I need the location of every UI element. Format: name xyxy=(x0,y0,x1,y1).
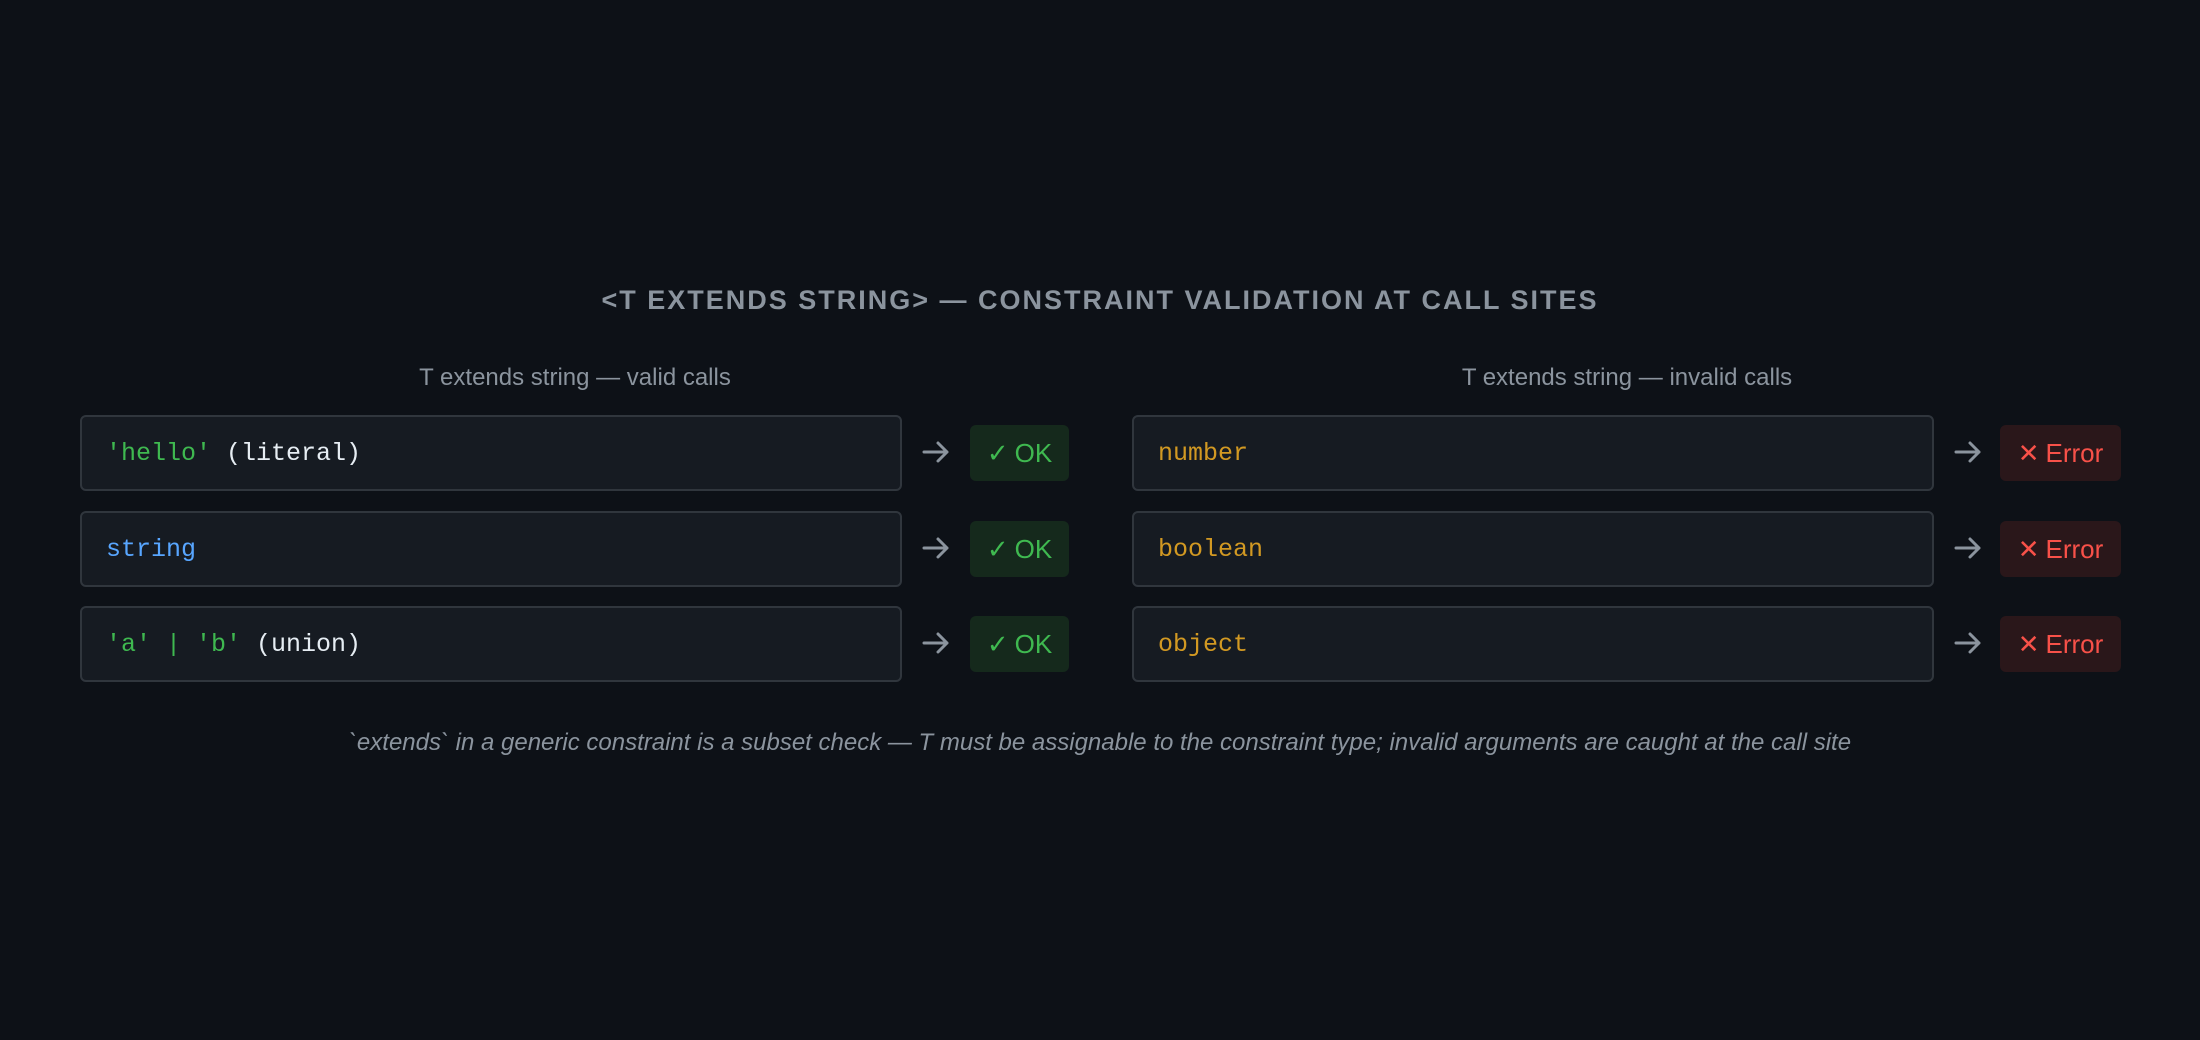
invalid-call-row: number ✕ Error xyxy=(1132,415,2122,491)
code-box: string xyxy=(80,511,902,587)
arrow-right-icon xyxy=(1954,441,1981,463)
code-box: 'a' | 'b' (union) xyxy=(80,606,902,682)
valid-call-row: 'a' | 'b' (union) ✓ OK xyxy=(80,606,1070,682)
code-box: object xyxy=(1132,606,1934,682)
ok-badge: ✓ OK xyxy=(970,425,1069,481)
error-badge: ✕ Error xyxy=(2000,521,2121,577)
cross-icon: ✕ xyxy=(2017,533,2040,564)
arrow-right-icon xyxy=(1954,632,1981,654)
ok-badge: ✓ OK xyxy=(970,521,1069,577)
badge-label: Error xyxy=(2045,533,2104,564)
code-box: boolean xyxy=(1132,511,1934,587)
code-token: 'a' | 'b' xyxy=(106,629,242,659)
valid-call-row: 'hello' (literal) ✓ OK xyxy=(80,415,1070,491)
arrow-right-icon xyxy=(1954,537,1981,559)
invalid-call-row: boolean ✕ Error xyxy=(1132,511,2122,587)
arrow-right-icon xyxy=(922,537,949,559)
code-token: boolean xyxy=(1158,534,1264,564)
code-token: (union) xyxy=(241,629,362,659)
badge-label: OK xyxy=(1014,437,1053,468)
arrow-right-icon xyxy=(922,441,949,463)
footnote: `extends` in a generic constraint is a s… xyxy=(348,729,1852,756)
code-token: number xyxy=(1158,438,1249,468)
badge-label: OK xyxy=(1014,533,1053,564)
diagram-title: <T EXTENDS STRING> — CONSTRAINT VALIDATI… xyxy=(601,285,1599,315)
code-token: (literal) xyxy=(211,438,362,468)
badge-label: Error xyxy=(2045,437,2104,468)
code-box: number xyxy=(1132,415,1934,491)
cross-icon: ✕ xyxy=(2017,437,2040,468)
error-badge: ✕ Error xyxy=(2000,425,2121,481)
cross-icon: ✕ xyxy=(2017,628,2040,659)
valid-column-heading: T extends string — valid calls xyxy=(419,364,731,391)
error-badge: ✕ Error xyxy=(2000,616,2121,672)
code-token: 'hello' xyxy=(106,438,212,468)
arrow-right-icon xyxy=(922,632,949,654)
check-icon: ✓ xyxy=(986,628,1009,659)
valid-call-row: string ✓ OK xyxy=(80,511,1070,587)
check-icon: ✓ xyxy=(986,437,1009,468)
invalid-column-heading: T extends string — invalid calls xyxy=(1461,364,1793,391)
badge-label: OK xyxy=(1014,628,1053,659)
invalid-call-row: object ✕ Error xyxy=(1132,606,2122,682)
badge-label: Error xyxy=(2045,628,2104,659)
code-token: string xyxy=(106,534,197,564)
check-icon: ✓ xyxy=(986,533,1009,564)
code-token: object xyxy=(1158,629,1249,659)
ok-badge: ✓ OK xyxy=(970,616,1069,672)
code-box: 'hello' (literal) xyxy=(80,415,902,491)
